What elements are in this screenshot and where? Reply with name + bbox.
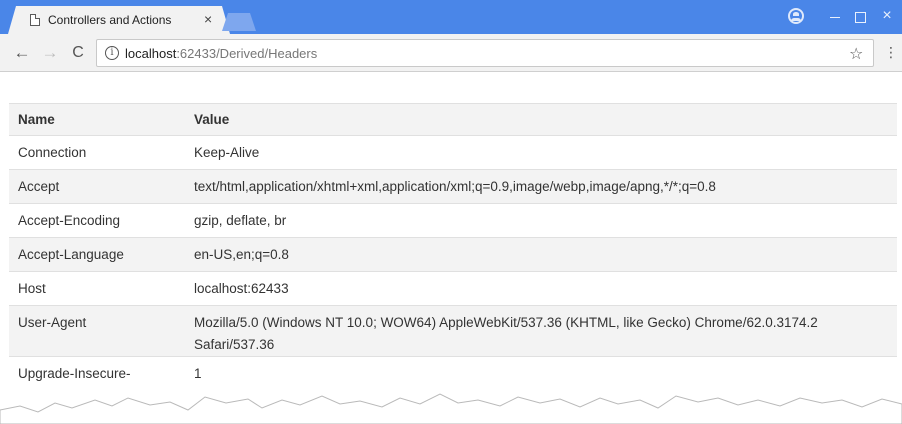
tab-title: Controllers and Actions <box>48 13 172 27</box>
menu-icon[interactable]: ⋮ <box>884 44 898 60</box>
table-row: Accept-Language en-US,en;q=0.8 <box>9 237 897 272</box>
header-value: Mozilla/5.0 (Windows NT 10.0; WOW64) App… <box>185 305 897 357</box>
page-icon <box>30 14 40 26</box>
bookmark-star-icon[interactable]: ☆ <box>849 44 863 64</box>
header-name: Accept-Language <box>9 237 185 272</box>
address-bar[interactable]: i localhost:62433/Derived/Headers ☆ <box>96 39 874 67</box>
maximize-button[interactable] <box>845 6 875 28</box>
url-host: localhost <box>125 46 177 61</box>
profile-icon[interactable] <box>788 8 804 24</box>
info-icon[interactable]: i <box>105 46 119 60</box>
header-value: text/html,application/xhtml+xml,applicat… <box>185 169 897 204</box>
close-window-button[interactable]: × <box>872 6 902 28</box>
column-header-value: Value <box>185 103 897 136</box>
forward-button[interactable]: → <box>40 43 60 63</box>
header-value: Keep-Alive <box>185 135 897 170</box>
header-value: localhost:62433 <box>185 271 897 306</box>
header-name: Accept-Encoding <box>9 203 185 238</box>
table-header-row: Name Value <box>9 103 897 136</box>
header-value: en-US,en;q=0.8 <box>185 237 897 272</box>
url-path: :62433/Derived/Headers <box>176 46 318 61</box>
header-name: User-Agent <box>9 305 185 357</box>
torn-edge <box>0 393 902 424</box>
column-header-name: Name <box>9 103 185 136</box>
browser-window: Controllers and Actions × × ← → C i loca… <box>0 0 902 424</box>
new-tab-button[interactable] <box>222 13 256 31</box>
browser-toolbar: ← → C i localhost:62433/Derived/Headers … <box>0 34 902 72</box>
reload-button[interactable]: C <box>68 43 88 63</box>
header-name: Accept <box>9 169 185 204</box>
header-name: Connection <box>9 135 185 170</box>
table-row: User-Agent Mozilla/5.0 (Windows NT 10.0;… <box>9 305 897 357</box>
table-row: Connection Keep-Alive <box>9 135 897 170</box>
page-content: Name Value Connection Keep-Alive Accept … <box>0 73 902 424</box>
header-name: Host <box>9 271 185 306</box>
headers-table: Name Value Connection Keep-Alive Accept … <box>9 103 897 391</box>
title-bar: Controllers and Actions × × <box>0 0 902 34</box>
header-value: gzip, deflate, br <box>185 203 897 238</box>
tab-close-icon[interactable]: × <box>204 11 212 27</box>
back-button[interactable]: ← <box>12 43 32 63</box>
url-text[interactable]: localhost:62433/Derived/Headers <box>125 46 317 61</box>
tab-controllers-and-actions[interactable]: Controllers and Actions × <box>8 6 230 34</box>
table-row: Accept-Encoding gzip, deflate, br <box>9 203 897 238</box>
table-row: Host localhost:62433 <box>9 271 897 306</box>
table-row: Accept text/html,application/xhtml+xml,a… <box>9 169 897 204</box>
